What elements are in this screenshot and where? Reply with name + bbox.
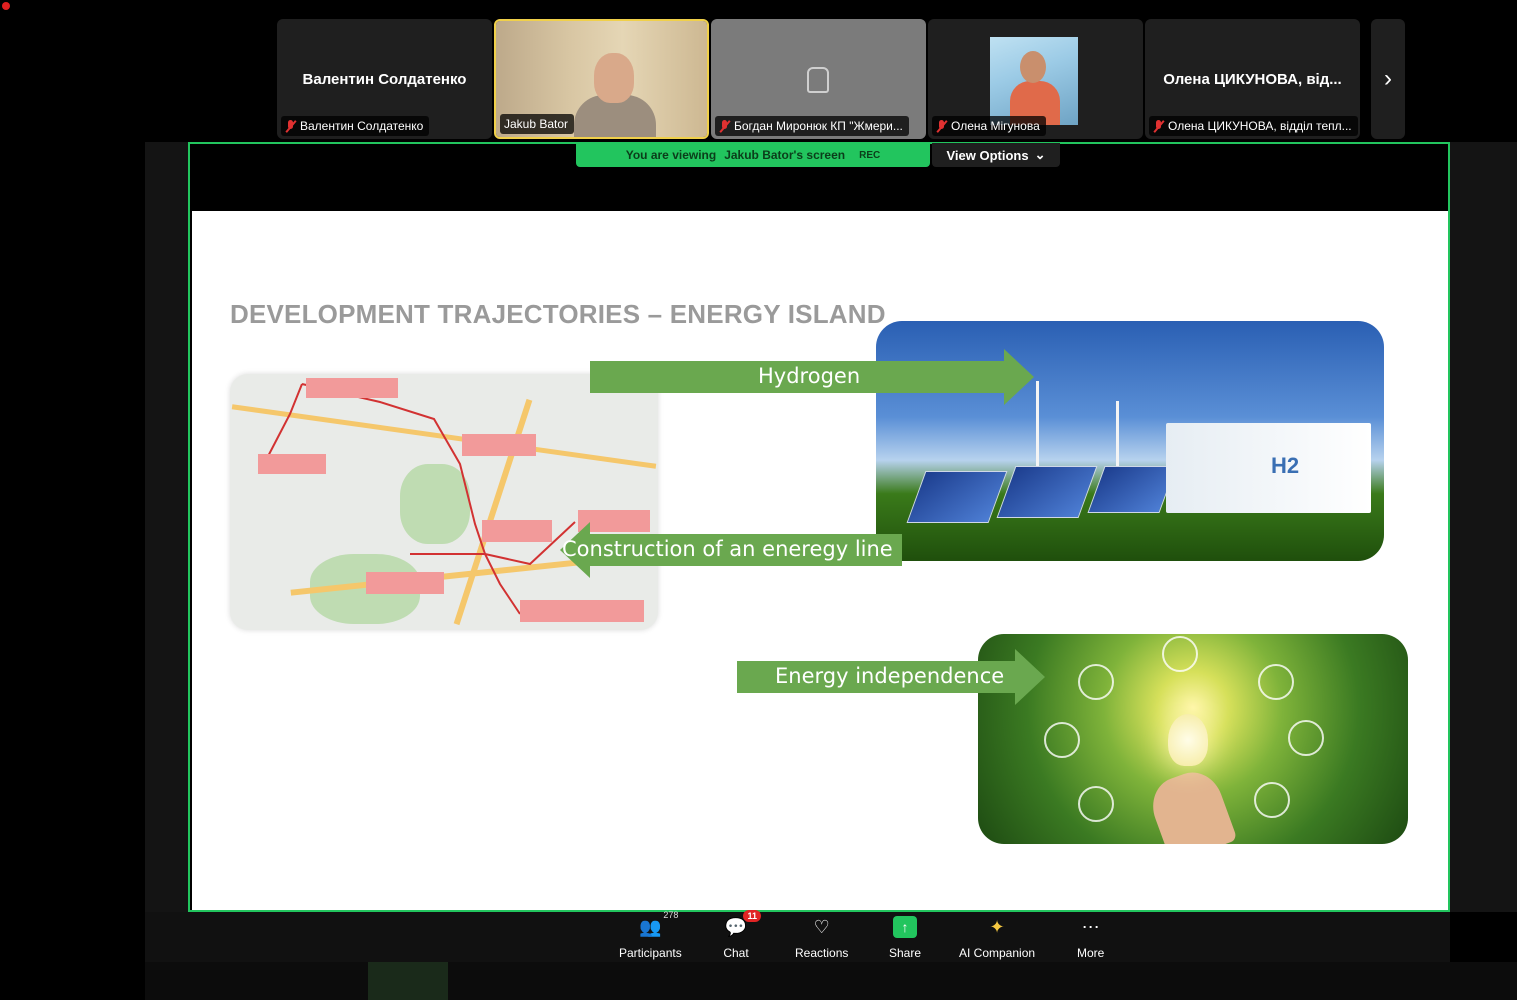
route-map-image <box>230 374 658 630</box>
participant-tile[interactable]: Богдан Миронюк КП "Жмери... <box>711 19 926 139</box>
chat-icon: 💬 11 <box>723 910 761 940</box>
mic-muted-icon <box>719 119 730 133</box>
map-location-label <box>462 434 536 456</box>
hydrogen-container <box>1166 423 1371 513</box>
viewing-presenter-name: Jakub Bator's screen <box>724 148 846 162</box>
reactions-button[interactable]: ♡ Reactions <box>795 912 849 961</box>
reactions-label: Reactions <box>795 946 849 960</box>
share-screen-icon: ↑ <box>892 914 918 940</box>
participant-display-name: Валентин Солдатенко <box>302 71 467 88</box>
participant-tile-active-speaker[interactable]: Jakub Bator <box>494 19 709 139</box>
mic-muted-icon <box>936 119 947 133</box>
hand-holding-bulb <box>1144 764 1238 844</box>
eco-circle-icon <box>1258 664 1294 700</box>
presentation-slide: DEVELOPMENT TRAJECTORIES – ENERGY ISLAND <box>192 211 1448 910</box>
chevron-down-icon: ⌄ <box>1034 147 1046 162</box>
participant-name-tag: Jakub Bator <box>500 114 575 134</box>
underlying-window-thumbnail <box>368 962 448 1000</box>
participant-name-tag: Богдан Миронюк КП "Жмери... <box>715 116 909 136</box>
share-button[interactable]: ↑ Share <box>889 912 921 960</box>
recording-badge: REC <box>859 149 881 161</box>
viewing-screen-banner: You are viewing Jakub Bator's screen REC <box>576 143 930 167</box>
light-bulb-icon <box>1168 714 1208 766</box>
participant-tile[interactable]: Олена ЦИКУНОВА, від... Олена ЦИКУНОВА, в… <box>1145 19 1360 139</box>
meeting-toolbar: 👥 278 Participants 💬 11 Chat ♡ Reactions ↑… <box>145 910 1450 962</box>
participant-name-tag: Олена ЦИКУНОВА, відділ тепл... <box>1149 116 1358 136</box>
participant-gallery-strip: Валентин Солдатенко Валентин Солдатенко … <box>277 19 1405 139</box>
participants-label: Participants <box>619 946 682 960</box>
eco-circle-icon <box>1044 722 1080 758</box>
share-label: Share <box>889 946 922 960</box>
mic-muted-icon <box>1153 119 1164 133</box>
more-button[interactable]: ⋯ More <box>1077 912 1105 961</box>
arrow-label: Hydrogen <box>758 364 861 388</box>
arrow-label: Energy independence <box>775 664 1005 688</box>
eco-circle-icon <box>1288 720 1324 756</box>
shared-screen: DEVELOPMENT TRAJECTORIES – ENERGY ISLAND <box>188 142 1450 912</box>
view-options-label: View Options <box>946 147 1029 163</box>
photo-person-head <box>1020 51 1046 83</box>
map-location-label <box>258 454 326 474</box>
chat-unread-badge: 11 <box>743 910 761 922</box>
map-location-label <box>520 600 644 622</box>
more-label: More <box>1077 946 1105 960</box>
participants-icon: 👥 278 <box>639 910 679 937</box>
map-location-label <box>482 520 552 542</box>
participants-count: 278 <box>663 910 679 920</box>
ai-companion-button[interactable]: ✦ AI Companion <box>959 912 1036 961</box>
hydrogen-arrow: Hydrogen <box>590 349 1036 405</box>
energy-route-line <box>263 383 576 615</box>
eco-circle-icon <box>1078 786 1114 822</box>
mic-muted-icon <box>285 119 296 133</box>
participant-profile-photo <box>990 37 1078 125</box>
map-location-label <box>366 572 444 594</box>
more-ellipsis-icon: ⋯ <box>1081 916 1100 937</box>
energy-independence-arrow: Energy independence <box>737 649 1047 705</box>
solar-panel <box>996 466 1098 518</box>
participants-button[interactable]: 👥 278 Participants <box>619 910 682 960</box>
sparkle-icon: ✦ <box>989 916 1005 937</box>
participant-display-name: Олена ЦИКУНОВА, від... <box>1163 71 1342 88</box>
participant-video-face <box>594 53 634 103</box>
participant-tile[interactable]: Валентин Солдатенко Валентин Солдатенко <box>277 19 492 139</box>
hydrogen-energy-image: H2 <box>876 321 1384 561</box>
arrow-head <box>1015 649 1045 705</box>
participant-name: Олена Мігунова <box>951 119 1040 133</box>
participant-name-tag: Олена Мігунова <box>932 116 1046 136</box>
eco-circle-icon <box>1254 782 1290 818</box>
recording-indicator-dot <box>2 2 10 10</box>
slide-title: DEVELOPMENT TRAJECTORIES – ENERGY ISLAND <box>230 299 886 329</box>
next-page-chevron-icon[interactable]: › <box>1371 19 1405 139</box>
energy-line-arrow: Construction of an eneregy line <box>560 522 902 578</box>
participant-name: Богдан Миронюк КП "Жмери... <box>734 119 903 133</box>
participant-name: Валентин Солдатенко <box>300 119 424 133</box>
hydrogen-badge: H2 <box>1271 453 1300 478</box>
solar-panel <box>1087 466 1177 513</box>
viewing-prefix: You are viewing <box>625 148 717 162</box>
arrow-label: Construction of an eneregy line <box>562 537 893 561</box>
participant-name: Олена ЦИКУНОВА, відділ тепл... <box>1168 119 1352 133</box>
chat-label: Chat <box>723 946 749 960</box>
participant-name-tag: Валентин Солдатенко <box>281 116 430 136</box>
eco-circle-icon <box>1162 636 1198 672</box>
underlying-window-edge <box>145 962 1517 1000</box>
ai-companion-label: AI Companion <box>959 946 1036 960</box>
arrow-head <box>1004 349 1034 405</box>
map-location-label <box>306 378 398 398</box>
participant-name: Jakub Bator <box>504 117 569 131</box>
solar-panel <box>906 471 1008 523</box>
user-placeholder-icon <box>807 67 829 93</box>
eco-circle-icon <box>1078 664 1114 700</box>
participant-tile[interactable]: Олена Мігунова <box>928 19 1143 139</box>
view-options-dropdown[interactable]: View Options ⌄ <box>932 143 1060 167</box>
chat-button[interactable]: 💬 11 Chat <box>723 910 761 960</box>
heart-icon: ♡ <box>813 916 830 937</box>
